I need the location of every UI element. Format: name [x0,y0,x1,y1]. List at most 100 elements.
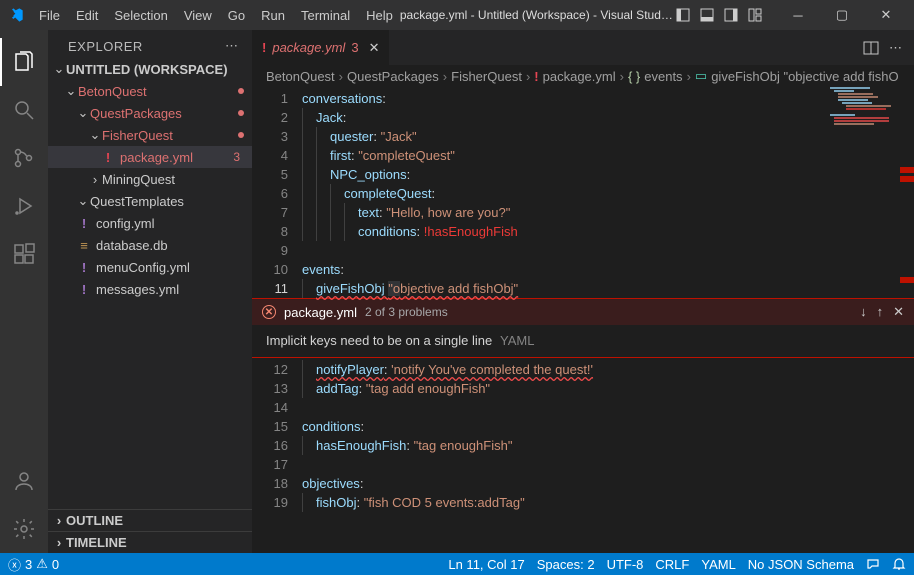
code-line[interactable] [302,455,914,474]
code-line[interactable]: hasEnoughFish: "tag enoughFish" [302,436,914,455]
settings-icon[interactable] [0,505,48,553]
close-peek-icon[interactable]: ✕ [893,304,904,320]
code-line[interactable]: quester: "Jack" [302,127,914,146]
menu-view[interactable]: View [177,4,219,27]
chevron-down-icon: ⌄ [76,193,90,209]
folder-row[interactable]: ⌄BetonQuest [48,80,252,102]
panel-bottom-icon[interactable] [698,6,716,24]
workspace-root[interactable]: ⌄ UNTITLED (WORKSPACE) [48,58,252,80]
breadcrumb-node[interactable]: giveFishObj "objective add fishO [711,69,898,84]
tab-filename: package.yml [272,40,345,55]
folder-row[interactable]: ›MiningQuest [48,168,252,190]
code-line[interactable]: addTag: "tag add enoughFish" [302,379,914,398]
tree-item-label: database.db [96,238,244,253]
status-language[interactable]: YAML [701,557,735,572]
notifications-icon[interactable] [892,557,906,571]
code-line[interactable]: giveFishObj "objective add fishObj" [302,279,914,298]
scrollbar[interactable] [900,87,914,298]
feedback-icon[interactable] [866,557,880,571]
code-line[interactable]: events: [302,260,914,279]
editor-group: ! package.yml 3 ✕ ⋯ BetonQuest › QuestPa… [252,30,914,553]
menu-run[interactable]: Run [254,4,292,27]
editor-content-lower[interactable]: 1213141516171819 notifyPlayer: 'notify Y… [252,358,914,553]
status-spaces[interactable]: Spaces: 2 [537,557,595,572]
panel-right-icon[interactable] [722,6,740,24]
yaml-file-icon: ! [262,40,266,55]
file-row[interactable]: !menuConfig.yml [48,256,252,278]
debug-tab-icon[interactable] [0,182,48,230]
code-line[interactable]: notifyPlayer: 'notify You've completed t… [302,360,914,379]
menu-bar: FileEditSelectionViewGoRunTerminalHelp [32,4,400,27]
menu-selection[interactable]: Selection [107,4,174,27]
file-icon: ≡ [76,238,92,253]
breadcrumb-folder[interactable]: FisherQuest [451,69,522,84]
explorer-more-icon[interactable]: ⋯ [225,38,240,54]
code-area[interactable]: notifyPlayer: 'notify You've completed t… [302,358,914,553]
code-line[interactable]: objectives: [302,474,914,493]
file-row[interactable]: ≡ database.db [48,234,252,256]
panel-left-icon[interactable] [674,6,692,24]
account-icon[interactable] [0,457,48,505]
folder-row[interactable]: ⌄QuestTemplates [48,190,252,212]
outline-section[interactable]: › OUTLINE [48,509,252,531]
chevron-right-icon: › [52,513,66,528]
breadcrumb-file[interactable]: package.yml [543,69,616,84]
explorer-tab-icon[interactable] [0,38,48,86]
code-line[interactable]: conditions: [302,417,914,436]
warning-icon: ⚠ [36,556,48,572]
code-line[interactable]: fishObj: "fish COD 5 events:addTag" [302,493,914,512]
next-problem-icon[interactable]: ↑ [877,304,884,320]
breadcrumb[interactable]: BetonQuest › QuestPackages › FisherQuest… [252,65,914,87]
file-tree: ⌄BetonQuest⌄QuestPackages⌄FisherQuest!pa… [48,80,252,509]
folder-row[interactable]: ⌄FisherQuest [48,124,252,146]
editor-tabs: ! package.yml 3 ✕ ⋯ [252,30,914,65]
code-line[interactable]: completeQuest: [302,184,914,203]
code-line[interactable]: text: "Hello, how are you?" [302,203,914,222]
menu-help[interactable]: Help [359,4,400,27]
timeline-section[interactable]: › TIMELINE [48,531,252,553]
status-cursor-pos[interactable]: Ln 11, Col 17 [448,557,524,572]
sidebar: EXPLORER ⋯ ⌄ UNTITLED (WORKSPACE) ⌄Beton… [48,30,252,553]
code-line[interactable]: Jack: [302,108,914,127]
activity-bar [0,30,48,553]
status-encoding[interactable]: UTF-8 [607,557,644,572]
status-schema[interactable]: No JSON Schema [748,557,854,572]
menu-edit[interactable]: Edit [69,4,105,27]
maximize-button[interactable]: ▢ [822,0,862,30]
code-area[interactable]: conversations:Jack:quester: "Jack"first:… [302,87,914,298]
editor-content[interactable]: 1234567891011 conversations:Jack:quester… [252,87,914,298]
file-row[interactable]: !messages.yml [48,278,252,300]
breadcrumb-node[interactable]: events [644,69,682,84]
code-line[interactable] [302,241,914,260]
chevron-down-icon: ⌄ [64,83,78,99]
editor-more-icon[interactable]: ⋯ [889,40,902,56]
close-tab-icon[interactable]: ✕ [369,40,380,56]
folder-row[interactable]: ⌄QuestPackages [48,102,252,124]
sidebar-header: EXPLORER ⋯ [48,30,252,58]
split-editor-icon[interactable] [863,40,879,56]
breadcrumb-folder[interactable]: BetonQuest [266,69,335,84]
code-line[interactable]: NPC_options: [302,165,914,184]
extensions-tab-icon[interactable] [0,230,48,278]
editor-tab[interactable]: ! package.yml 3 ✕ [252,30,390,65]
file-row[interactable]: !config.yml [48,212,252,234]
menu-terminal[interactable]: Terminal [294,4,357,27]
status-errors[interactable]: ⓧ3 ⚠0 [8,555,59,574]
close-button[interactable]: ✕ [866,0,906,30]
code-line[interactable]: conditions: !hasEnoughFish [302,222,914,241]
code-line[interactable] [302,398,914,417]
git-tab-icon[interactable] [0,134,48,182]
menu-file[interactable]: File [32,4,67,27]
minimize-button[interactable]: ─ [778,0,818,30]
status-eol[interactable]: CRLF [655,557,689,572]
file-icon: ! [76,260,92,275]
search-tab-icon[interactable] [0,86,48,134]
breadcrumb-separator: › [526,69,530,84]
menu-go[interactable]: Go [221,4,252,27]
file-row[interactable]: !package.yml3 [48,146,252,168]
layout-icon[interactable] [746,6,764,24]
prev-problem-icon[interactable]: ↓ [860,304,867,320]
code-line[interactable]: first: "completeQuest" [302,146,914,165]
code-line[interactable]: conversations: [302,89,914,108]
breadcrumb-folder[interactable]: QuestPackages [347,69,439,84]
